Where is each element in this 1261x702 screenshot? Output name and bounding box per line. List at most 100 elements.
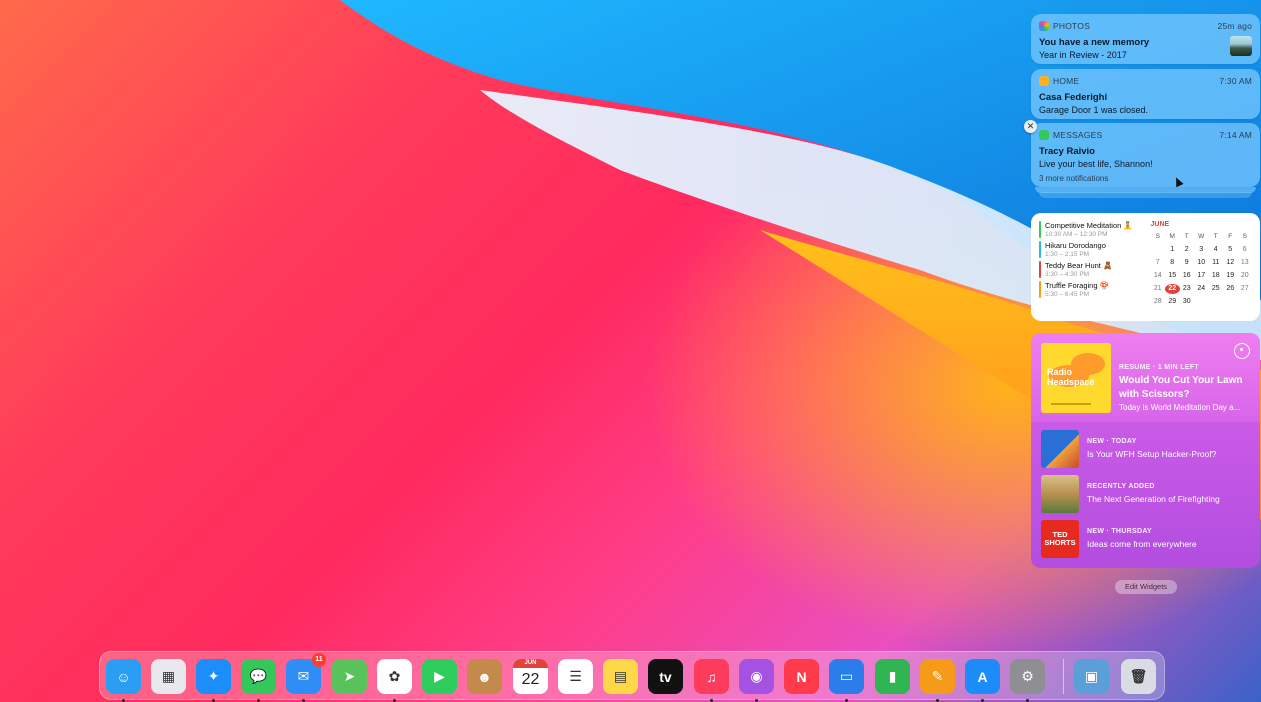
calendar-day[interactable]: 11 bbox=[1209, 258, 1224, 268]
more-notifications-link[interactable]: 3 more notifications bbox=[1039, 174, 1252, 183]
calendar-day[interactable]: 24 bbox=[1194, 284, 1209, 294]
month-grid: S M T W T F S 1 2 3 4 5 6 7 8 9 10 11 12 13 14 15 16 17 18 19 20 21… bbox=[1151, 232, 1253, 307]
calendar-day[interactable]: 29 bbox=[1165, 297, 1180, 307]
dock-calendar-icon[interactable]: JUN 22 bbox=[513, 659, 548, 694]
featured-episode[interactable]: Radio Headspace RESUME · 1 MIN LEFT Woul… bbox=[1031, 333, 1260, 422]
month-name: JUNE bbox=[1150, 221, 1170, 228]
calendar-day[interactable]: 7 bbox=[1151, 258, 1166, 268]
notification-body: Year in Review - 2017 bbox=[1039, 50, 1127, 60]
calendar-day[interactable]: 13 bbox=[1238, 258, 1253, 268]
calendar-day[interactable]: 12 bbox=[1223, 258, 1238, 268]
calendar-day[interactable]: 3 bbox=[1194, 245, 1209, 255]
episode-item[interactable]: NEW · TODAY Is Your WFH Setup Hacker-Pro… bbox=[1041, 430, 1251, 468]
notification-messages[interactable]: ✕ MESSAGES 7:14 AM Tracy Raivio Live you… bbox=[1024, 120, 1260, 187]
calendar-day[interactable]: 1 bbox=[1165, 245, 1180, 255]
weekday-label: W bbox=[1198, 233, 1205, 240]
dock: ☺ ▦ ✦ 💬 ✉ 11 ➤ ✿ ▶ ☻ JUN 22 ☰ ▤ tv ♫ ◉ N ▭ ▮ ✎ A ⚙ ▣ 🗑 bbox=[99, 651, 1165, 702]
dock-maps-icon[interactable]: ➤ bbox=[332, 659, 367, 694]
calendar-widget[interactable]: Competitive Meditation 🧘 10:30 AM – 12:3… bbox=[1031, 213, 1260, 321]
calendar-day[interactable]: 19 bbox=[1223, 271, 1238, 281]
calendar-day[interactable]: 6 bbox=[1238, 245, 1253, 255]
dock-mail-icon[interactable]: ✉ 11 bbox=[286, 653, 326, 702]
calendar-day[interactable]: 5 bbox=[1223, 245, 1238, 255]
dock-glyph: ➤ bbox=[343, 668, 356, 684]
calendar-day-empty bbox=[1194, 297, 1209, 307]
weekday-label: S bbox=[1155, 233, 1160, 240]
weekday-label: T bbox=[1184, 233, 1189, 240]
dock-apple-tv-icon[interactable]: tv bbox=[648, 659, 683, 694]
calendar-event[interactable]: Competitive Meditation 🧘 10:30 AM – 12:3… bbox=[1039, 221, 1141, 238]
dock-numbers-icon[interactable]: ▮ bbox=[875, 659, 910, 694]
calendar-day[interactable]: 28 bbox=[1151, 297, 1166, 307]
calendar-day[interactable]: 8 bbox=[1165, 258, 1180, 268]
calendar-day[interactable]: 17 bbox=[1194, 271, 1209, 281]
event-time: 5:30 – 6:45 PM bbox=[1045, 291, 1090, 298]
dock-facetime-icon[interactable]: ▶ bbox=[422, 659, 457, 694]
dock-glyph: ☺ bbox=[116, 668, 131, 685]
notification-home[interactable]: HOME 7:30 AM Casa Federighi Garage Door … bbox=[1031, 69, 1260, 119]
dock-safari-icon[interactable]: ✦ bbox=[196, 659, 231, 702]
dock-trash-icon[interactable]: 🗑 bbox=[1121, 659, 1156, 694]
dock-launchpad-icon[interactable]: ▦ bbox=[151, 659, 186, 694]
dock-glyph: ▭ bbox=[839, 668, 854, 684]
dock-glyph: ▤ bbox=[613, 668, 628, 684]
calendar-day[interactable]: 2 bbox=[1180, 245, 1195, 255]
calendar-day[interactable]: 25 bbox=[1209, 284, 1224, 294]
calendar-day[interactable]: 14 bbox=[1151, 271, 1166, 281]
calendar-day[interactable]: 15 bbox=[1165, 271, 1180, 281]
dock-podcasts-icon[interactable]: ◉ bbox=[739, 659, 774, 702]
calendar-day[interactable]: 16 bbox=[1180, 271, 1195, 281]
episode-item[interactable]: RECENTLY ADDED The Next Generation of Fi… bbox=[1041, 475, 1251, 513]
event-time: 3:30 – 4:30 PM bbox=[1045, 271, 1090, 278]
dock-glyph: 🗑 bbox=[1129, 668, 1148, 684]
dock-pages-icon[interactable]: ✎ bbox=[920, 659, 955, 702]
event-color-bar bbox=[1039, 241, 1041, 258]
dock-app-store-icon[interactable]: A bbox=[965, 659, 1000, 702]
calendar-day[interactable]: 26 bbox=[1223, 284, 1238, 294]
dock-system-preferences-icon[interactable]: ⚙ bbox=[1010, 659, 1045, 702]
calendar-day[interactable]: 18 bbox=[1209, 271, 1224, 281]
episode-title: The Next Generation of Firefighting bbox=[1087, 494, 1220, 504]
podcasts-widget[interactable]: Radio Headspace RESUME · 1 MIN LEFT Woul… bbox=[1031, 333, 1260, 568]
calendar-day[interactable]: 9 bbox=[1180, 258, 1195, 268]
notification-app-name: PHOTOS bbox=[1053, 21, 1090, 31]
dock-keynote-icon[interactable]: ▭ bbox=[829, 659, 864, 702]
episode-item[interactable]: TED SHORTS NEW · THURSDAY Ideas come fro… bbox=[1041, 520, 1251, 558]
dock-finder-icon[interactable]: ☺ bbox=[106, 659, 141, 702]
calendar-event[interactable]: Hikaru Dorodango 1:30 – 2:15 PM bbox=[1039, 241, 1141, 258]
edit-widgets-button[interactable]: Edit Widgets bbox=[1115, 580, 1177, 594]
calendar-day[interactable]: 4 bbox=[1209, 245, 1224, 255]
event-time: 1:30 – 2:15 PM bbox=[1045, 251, 1090, 258]
notification-stack-edge bbox=[1039, 192, 1252, 198]
notification-body: Garage Door 1 was closed. bbox=[1039, 105, 1149, 115]
dock-reminders-icon[interactable]: ☰ bbox=[558, 659, 593, 694]
calendar-day-label: 22 bbox=[521, 671, 540, 688]
event-title: Teddy Bear Hunt 🧸 bbox=[1045, 261, 1113, 270]
event-title: Hikaru Dorodango bbox=[1045, 241, 1106, 250]
dock-downloads-stack-icon[interactable]: ▣ bbox=[1074, 659, 1109, 694]
featured-kicker: RESUME · 1 MIN LEFT bbox=[1119, 364, 1199, 371]
dock-glyph: ✿ bbox=[388, 668, 401, 684]
calendar-event[interactable]: Teddy Bear Hunt 🧸 3:30 – 4:30 PM bbox=[1039, 261, 1141, 278]
calendar-day[interactable]: 20 bbox=[1238, 271, 1253, 281]
dock-news-icon[interactable]: N bbox=[784, 659, 819, 694]
dock-messages-icon[interactable]: 💬 bbox=[241, 659, 276, 702]
calendar-event[interactable]: Truffle Foraging 🍄 5:30 – 6:45 PM bbox=[1039, 281, 1141, 298]
calendar-day[interactable]: 21 bbox=[1151, 284, 1166, 294]
dock-music-icon[interactable]: ♫ bbox=[694, 659, 729, 702]
notification-photos[interactable]: PHOTOS 25m ago You have a new memory Yea… bbox=[1031, 14, 1260, 64]
calendar-day[interactable]: 23 bbox=[1180, 284, 1195, 294]
memory-thumbnail bbox=[1230, 36, 1252, 56]
dock-contacts-icon[interactable]: ☻ bbox=[467, 659, 502, 694]
dock-notes-icon[interactable]: ▤ bbox=[603, 659, 638, 694]
calendar-day[interactable]: 10 bbox=[1194, 258, 1209, 268]
calendar-day[interactable]: 27 bbox=[1238, 284, 1253, 294]
calendar-day[interactable]: 30 bbox=[1180, 297, 1195, 307]
dock-glyph: ▮ bbox=[888, 668, 897, 684]
episode-title: Is Your WFH Setup Hacker-Proof? bbox=[1087, 449, 1217, 459]
episode-title: Ideas come from everywhere bbox=[1087, 539, 1197, 549]
close-icon[interactable]: ✕ bbox=[1024, 120, 1037, 133]
dock-glyph: A bbox=[977, 668, 988, 685]
dock-photos-icon[interactable]: ✿ bbox=[377, 659, 412, 702]
calendar-day[interactable]: 22 bbox=[1165, 284, 1180, 294]
